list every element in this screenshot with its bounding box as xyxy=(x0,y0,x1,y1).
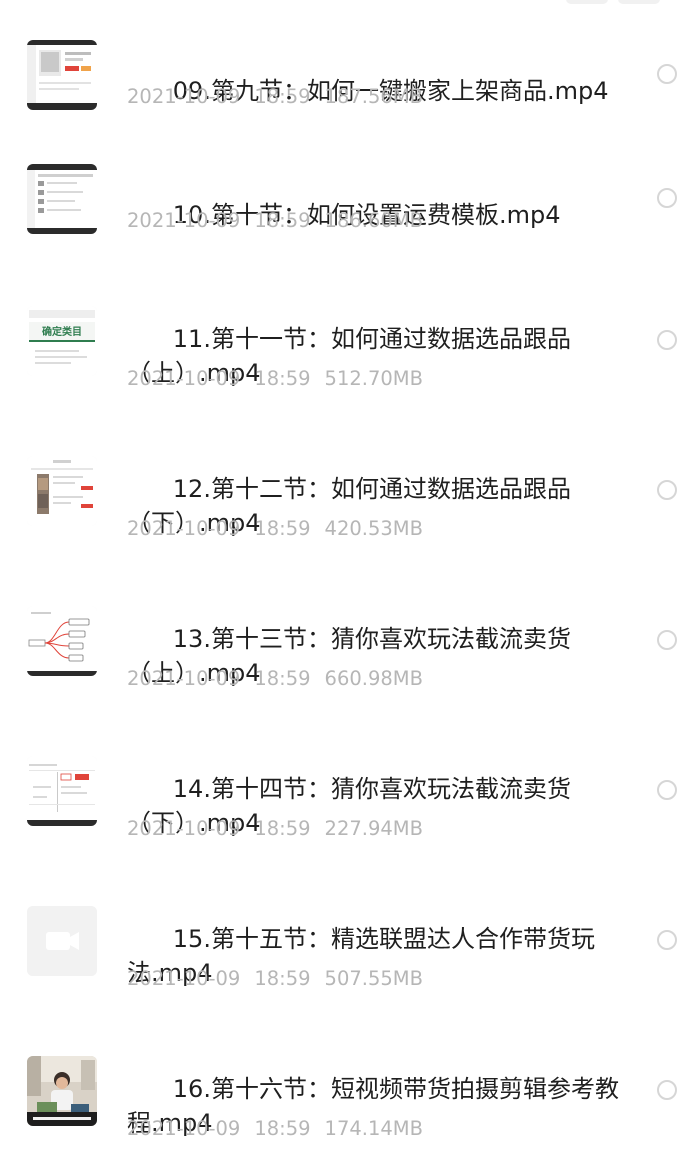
file-size: 512.70MB xyxy=(324,367,423,390)
file-date: 2021-10-09 xyxy=(127,367,241,390)
select-radio[interactable] xyxy=(657,330,677,350)
video-camera-icon xyxy=(27,906,97,976)
file-name: 16.第十六节：短视频带货拍摄剪辑参考教 程.mp4 xyxy=(127,1038,627,1174)
file-time: 18:59 xyxy=(254,209,311,232)
file-name: 14.第十四节：猜你喜欢玩法截流卖货 （下）.mp4 xyxy=(127,738,627,874)
file-time: 18:59 xyxy=(254,85,311,108)
video-thumbnail: 确定类目 xyxy=(27,306,97,376)
file-row[interactable]: 09.第九节：如何一键搬家上架商品.mp4 2021-10-09 18:59 187… xyxy=(0,0,700,140)
file-size: 186.60MB xyxy=(324,209,423,232)
file-name-line: 14.第十四节：猜你喜欢玩法截流卖货 xyxy=(172,775,571,803)
select-radio[interactable] xyxy=(657,630,677,650)
file-row[interactable]: 确定类目 11.第十一节：如何通过数据选品跟品 （上）.mp4 2021-10-0… xyxy=(0,270,700,420)
file-size: 420.53MB xyxy=(324,517,423,540)
file-row[interactable]: 13.第十三节：猜你喜欢玩法截流卖货 （上）.mp4 2021-10-09 18:5… xyxy=(0,570,700,720)
file-size: 507.55MB xyxy=(324,967,423,990)
file-name: 13.第十三节：猜你喜欢玩法截流卖货 （上）.mp4 xyxy=(127,588,627,724)
video-thumbnail xyxy=(27,40,97,110)
screenshot-thumbnail-image xyxy=(27,164,97,234)
file-name-line: 11.第十一节：如何通过数据选品跟品 xyxy=(172,325,571,353)
file-size: 227.94MB xyxy=(324,817,423,840)
screenshot-thumbnail-image xyxy=(27,456,97,526)
video-thumbnail xyxy=(27,606,97,676)
select-radio[interactable] xyxy=(657,930,677,950)
file-date: 2021-10-09 xyxy=(127,209,241,232)
person-video-thumbnail-image xyxy=(27,1056,97,1126)
file-name-line: 12.第十二节：如何通过数据选品跟品 xyxy=(172,475,571,503)
file-date: 2021-10-09 xyxy=(127,967,241,990)
video-thumbnail xyxy=(27,906,97,976)
file-time: 18:59 xyxy=(254,1117,311,1140)
video-thumbnail xyxy=(27,1056,97,1126)
file-time: 18:59 xyxy=(254,667,311,690)
select-radio[interactable] xyxy=(657,64,677,84)
file-name-line: 13.第十三节：猜你喜欢玩法截流卖货 xyxy=(172,625,571,653)
file-date: 2021-10-09 xyxy=(127,817,241,840)
file-date: 2021-10-09 xyxy=(127,517,241,540)
screenshot-thumbnail-image xyxy=(27,756,97,826)
file-size: 174.14MB xyxy=(324,1117,423,1140)
file-row[interactable]: 16.第十六节：短视频带货拍摄剪辑参考教 程.mp4 2021-10-09 18:5… xyxy=(0,1020,700,1172)
screenshot-thumbnail-image xyxy=(27,606,97,676)
file-name: 15.第十五节：精选联盟达人合作带货玩 法.mp4 xyxy=(127,888,627,1024)
file-time: 18:59 xyxy=(254,517,311,540)
file-row[interactable]: 14.第十四节：猜你喜欢玩法截流卖货 （下）.mp4 2021-10-09 18:5… xyxy=(0,720,700,870)
select-radio[interactable] xyxy=(657,188,677,208)
file-meta: 2021-10-09 18:59 512.70MB xyxy=(127,366,437,392)
file-time: 18:59 xyxy=(254,817,311,840)
screenshot-thumbnail-image: 确定类目 xyxy=(27,306,97,376)
thumbnail-caption: 确定类目 xyxy=(42,325,82,338)
file-meta: 2021-10-09 18:59 507.55MB xyxy=(127,966,437,992)
file-name-line: 16.第十六节：短视频带货拍摄剪辑参考教 xyxy=(172,1075,619,1103)
file-name-line: 15.第十五节：精选联盟达人合作带货玩 xyxy=(172,925,595,953)
file-meta: 2021-10-09 18:59 187.56MB xyxy=(127,84,437,110)
file-meta: 2021-10-09 18:59 660.98MB xyxy=(127,666,437,692)
file-date: 2021-10-09 xyxy=(127,667,241,690)
file-meta: 2021-10-09 18:59 420.53MB xyxy=(127,516,437,542)
file-list: 09.第九节：如何一键搬家上架商品.mp4 2021-10-09 18:59 187… xyxy=(0,0,700,1172)
file-time: 18:59 xyxy=(254,967,311,990)
file-meta: 2021-10-09 18:59 186.60MB xyxy=(127,208,437,234)
file-date: 2021-10-09 xyxy=(127,1117,241,1140)
screenshot-thumbnail-image xyxy=(27,40,97,110)
select-radio[interactable] xyxy=(657,1080,677,1100)
file-row[interactable]: 10.第十节：如何设置运费模板.mp4 2021-10-09 18:59 186.6… xyxy=(0,140,700,270)
file-row[interactable]: 12.第十二节：如何通过数据选品跟品 （下）.mp4 2021-10-09 18:5… xyxy=(0,420,700,570)
file-meta: 2021-10-09 18:59 227.94MB xyxy=(127,816,437,842)
video-thumbnail xyxy=(27,456,97,526)
file-row[interactable]: 15.第十五节：精选联盟达人合作带货玩 法.mp4 2021-10-09 18:59… xyxy=(0,870,700,1020)
file-time: 18:59 xyxy=(254,367,311,390)
file-size: 660.98MB xyxy=(324,667,423,690)
video-thumbnail xyxy=(27,756,97,826)
file-size: 187.56MB xyxy=(324,85,423,108)
select-radio[interactable] xyxy=(657,780,677,800)
file-name: 12.第十二节：如何通过数据选品跟品 （下）.mp4 xyxy=(127,438,627,574)
select-radio[interactable] xyxy=(657,480,677,500)
file-meta: 2021-10-09 18:59 174.14MB xyxy=(127,1116,437,1142)
video-thumbnail xyxy=(27,164,97,234)
file-name: 11.第十一节：如何通过数据选品跟品 （上）.mp4 xyxy=(127,288,627,424)
file-date: 2021-10-09 xyxy=(127,85,241,108)
